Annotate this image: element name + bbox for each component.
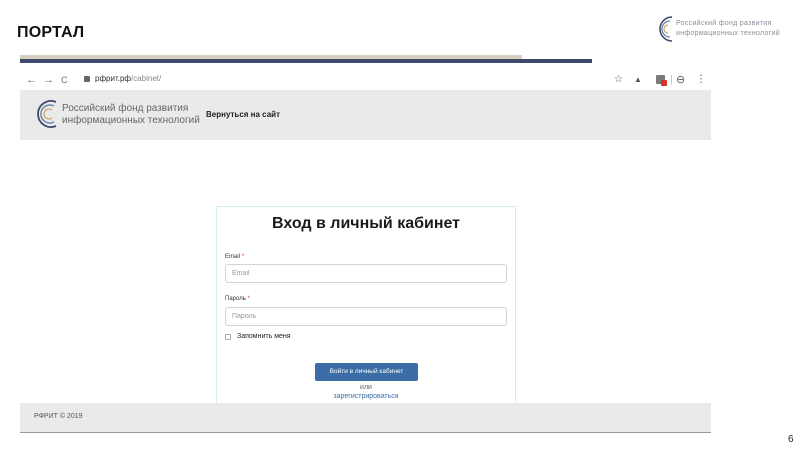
required-mark: * bbox=[241, 254, 245, 260]
password-label: Пароль * bbox=[225, 296, 250, 302]
url-field[interactable]: рфрит.рф/cabinet/ bbox=[95, 74, 161, 83]
required-mark: * bbox=[247, 296, 250, 302]
slide-number: 6 bbox=[788, 434, 794, 445]
register-link[interactable]: зарегистрироваться bbox=[217, 393, 515, 400]
checkbox-box[interactable] bbox=[225, 333, 231, 340]
email-label: Email * bbox=[225, 254, 244, 260]
profile-icon[interactable]: ⊖ bbox=[676, 73, 685, 87]
or-text: или bbox=[360, 384, 372, 391]
url-path: /cabinet/ bbox=[130, 74, 162, 83]
address-bar: ← → C рфрит.рф/cabinet/ ☆ ▲ ⊖ ⋮ bbox=[20, 70, 711, 90]
remember-me-checkbox[interactable]: Запомнить меня bbox=[225, 333, 291, 340]
login-card: Вход в личный кабинет Email * Пароль * З… bbox=[216, 206, 516, 432]
email-label-text: Email bbox=[225, 254, 241, 260]
forward-arrow-icon[interactable]: → bbox=[43, 73, 54, 87]
translate-icon[interactable]: ▲ bbox=[634, 73, 642, 87]
slide-title: ПОРТАЛ bbox=[17, 24, 85, 41]
remember-me-label: Запомнить меня bbox=[237, 333, 291, 340]
site-logo-line1: Российский фонд развития bbox=[62, 103, 189, 114]
site-footer: РФРИТ © 2019 bbox=[20, 403, 711, 432]
footer-copyright: РФРИТ © 2019 bbox=[34, 413, 83, 420]
password-label-text: Пароль bbox=[225, 296, 246, 302]
site-header: Российский фонд развития информационных … bbox=[20, 90, 711, 140]
back-to-site-link[interactable]: Вернуться на сайт bbox=[206, 110, 280, 119]
back-arrow-icon[interactable]: ← bbox=[26, 73, 37, 87]
logo-text-line1: Российский фонд развития bbox=[676, 20, 772, 27]
password-field[interactable] bbox=[225, 307, 507, 326]
extension-badge-icon bbox=[661, 80, 667, 86]
site-logo-text: Российский фонд развития информационных … bbox=[62, 103, 200, 127]
site-logo-line2: информационных технологий bbox=[62, 115, 200, 126]
toolbar-separator bbox=[671, 75, 672, 85]
divider-navy bbox=[20, 59, 592, 63]
rfrit-emblem-icon bbox=[659, 16, 673, 42]
email-field[interactable] bbox=[225, 264, 507, 283]
reload-icon[interactable]: C bbox=[61, 73, 68, 87]
screenshot-bottom-border bbox=[20, 432, 711, 433]
url-domain: рфрит.рф bbox=[95, 74, 131, 83]
bookmark-star-icon[interactable]: ☆ bbox=[614, 73, 623, 87]
rfrit-logo: Российский фонд развития информационных … bbox=[652, 14, 792, 48]
login-submit-button[interactable]: Войти в личный кабинет bbox=[315, 363, 418, 381]
site-logo-icon[interactable] bbox=[34, 99, 64, 129]
logo-text-line2: информационных технологий bbox=[676, 30, 780, 37]
lock-icon bbox=[84, 76, 90, 82]
login-title: Вход в личный кабинет bbox=[272, 215, 460, 232]
browser-screenshot: ← → C рфрит.рф/cabinet/ ☆ ▲ ⊖ ⋮ Российск… bbox=[20, 70, 711, 432]
menu-kebab-icon[interactable]: ⋮ bbox=[696, 73, 706, 87]
